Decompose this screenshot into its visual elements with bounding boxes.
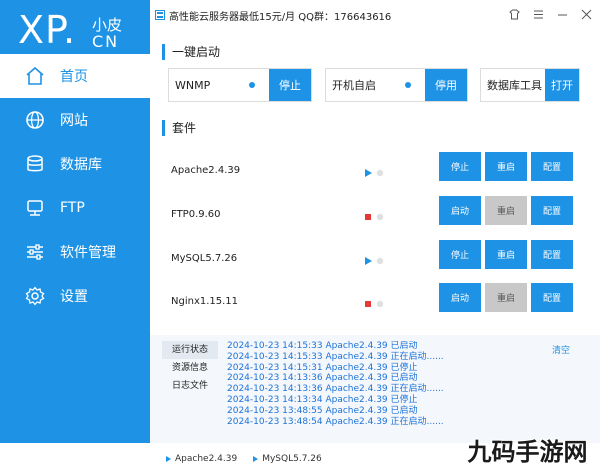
ad-link[interactable]: 高性能云服务器最低15元/月 QQ群：176643616 [169, 8, 391, 23]
status-item-label: MySQL5.7.26 [262, 454, 322, 464]
tab-resource-info[interactable]: 资源信息 [162, 359, 218, 377]
autostart-disable-button[interactable]: 停用 [425, 69, 467, 101]
log-line: 2024-10-23 13:48:55 Apache2.4.39 已启动 [227, 405, 418, 416]
logo: XP. 小皮 CN [12, 8, 142, 52]
log-line: 2024-10-23 14:15:31 Apache2.4.39 已停止 [227, 362, 418, 373]
stopped-indicator-icon [365, 213, 384, 221]
watermark: 九码手游网 [455, 426, 600, 472]
status-item-label: Apache2.4.39 [175, 454, 238, 464]
suite-title: 套件 [162, 120, 196, 136]
sidebar-item-label: FTP [60, 200, 85, 216]
apache-config-button[interactable]: 配置 [531, 152, 573, 181]
ftp-config-button[interactable]: 配置 [531, 196, 573, 225]
menu-icon[interactable] [532, 7, 544, 21]
quick-item-dbtool: 数据库工具 打开 [480, 68, 580, 102]
sidebar: XP. 小皮 CN 首页 网站 数据库 FTP 软件管理 设置 [0, 0, 150, 443]
gear-icon [24, 285, 46, 307]
quick-item-label: WNMP [175, 78, 211, 92]
log-line: 2024-10-23 14:15:33 Apache2.4.39 正在启动...… [227, 351, 444, 362]
log-line: 2024-10-23 14:13:36 Apache2.4.39 正在启动...… [227, 384, 444, 395]
window-controls [508, 7, 592, 21]
suite-row-nginx: Nginx1.15.11 启动 重启 配置 [165, 282, 585, 326]
sidebar-nav: 首页 网站 数据库 FTP 软件管理 设置 [0, 54, 150, 318]
server-ad-icon [155, 10, 165, 20]
status-item-mysql: MySQL5.7.26 [253, 454, 322, 464]
running-indicator-icon [365, 169, 384, 177]
apache-stop-button[interactable]: 停止 [439, 152, 481, 181]
suite-name: MySQL5.7.26 [171, 253, 238, 264]
mysql-config-button[interactable]: 配置 [531, 240, 573, 269]
tab-log-files[interactable]: 日志文件 [162, 377, 218, 395]
sidebar-item-settings[interactable]: 设置 [0, 274, 150, 318]
nginx-config-button[interactable]: 配置 [531, 283, 573, 312]
watermark-text: 九码手游网 [467, 437, 588, 466]
minimize-icon[interactable] [556, 7, 568, 21]
logo-cn: CN [92, 32, 120, 51]
tab-run-status[interactable]: 运行状态 [162, 341, 218, 359]
status-item-apache: Apache2.4.39 [166, 454, 237, 464]
nginx-start-button[interactable]: 启动 [439, 283, 481, 312]
apache-restart-button[interactable]: 重启 [485, 152, 527, 181]
sliders-icon [24, 241, 46, 263]
sidebar-item-label: 设置 [60, 289, 88, 305]
dbtool-open-button[interactable]: 打开 [545, 69, 579, 101]
quick-item-label: 开机自启 [332, 79, 376, 92]
topbar: 高性能云服务器最低15元/月 QQ群：176643616 [150, 0, 600, 30]
suite-row-apache: Apache2.4.39 停止 重启 配置 [165, 151, 585, 195]
mysql-restart-button[interactable]: 重启 [485, 240, 527, 269]
globe-icon [24, 109, 46, 131]
log-line: 2024-10-23 14:13:36 Apache2.4.39 已启动 [227, 373, 418, 384]
sidebar-item-database[interactable]: 数据库 [0, 142, 150, 186]
stopped-indicator-icon [365, 300, 384, 308]
server-icon [24, 197, 46, 219]
sidebar-item-website[interactable]: 网站 [0, 98, 150, 142]
clear-log-button[interactable]: 清空 [552, 343, 570, 356]
play-icon [253, 456, 259, 462]
sidebar-item-home[interactable]: 首页 [0, 54, 150, 98]
suite-name: Nginx1.15.11 [171, 296, 239, 307]
logo-main: XP. [18, 8, 77, 52]
ftp-restart-button[interactable]: 重启 [485, 196, 527, 225]
suite-name: FTP0.9.60 [171, 209, 221, 220]
sidebar-item-label: 首页 [60, 69, 88, 85]
running-indicator-icon [365, 257, 384, 265]
log-line: 2024-10-23 14:15:33 Apache2.4.39 已启动 [227, 341, 418, 351]
sidebar-item-software[interactable]: 软件管理 [0, 230, 150, 274]
log-tabs: 运行状态 资源信息 日志文件 [162, 341, 218, 395]
skin-icon[interactable] [508, 7, 520, 21]
home-icon [24, 65, 46, 87]
sidebar-item-ftp[interactable]: FTP [0, 186, 150, 230]
sidebar-item-label: 软件管理 [60, 245, 116, 261]
status-dot [405, 82, 411, 88]
mysql-stop-button[interactable]: 停止 [439, 240, 481, 269]
database-icon [24, 153, 46, 175]
wnmp-stop-button[interactable]: 停止 [269, 69, 311, 101]
ftp-start-button[interactable]: 启动 [439, 196, 481, 225]
suite-row-ftp: FTP0.9.60 启动 重启 配置 [165, 195, 585, 239]
suite-name: Apache2.4.39 [171, 165, 241, 176]
quick-item-label: 数据库工具 [487, 79, 542, 92]
close-icon[interactable] [580, 7, 592, 21]
sidebar-item-label: 数据库 [60, 157, 102, 173]
quick-item-wnmp: WNMP 停止 [168, 68, 312, 102]
log-lines: 2024-10-23 14:15:33 Apache2.4.39 已启动 202… [227, 341, 547, 439]
play-icon [166, 456, 171, 462]
sidebar-item-label: 网站 [60, 113, 88, 129]
quick-item-autostart: 开机自启 停用 [325, 68, 468, 102]
quick-start-title: 一键启动 [162, 44, 220, 60]
suite-row-mysql: MySQL5.7.26 停止 重启 配置 [165, 239, 585, 283]
status-dot [249, 82, 255, 88]
log-line: 2024-10-23 14:13:34 Apache2.4.39 已停止 [227, 394, 418, 405]
nginx-restart-button[interactable]: 重启 [485, 283, 527, 312]
